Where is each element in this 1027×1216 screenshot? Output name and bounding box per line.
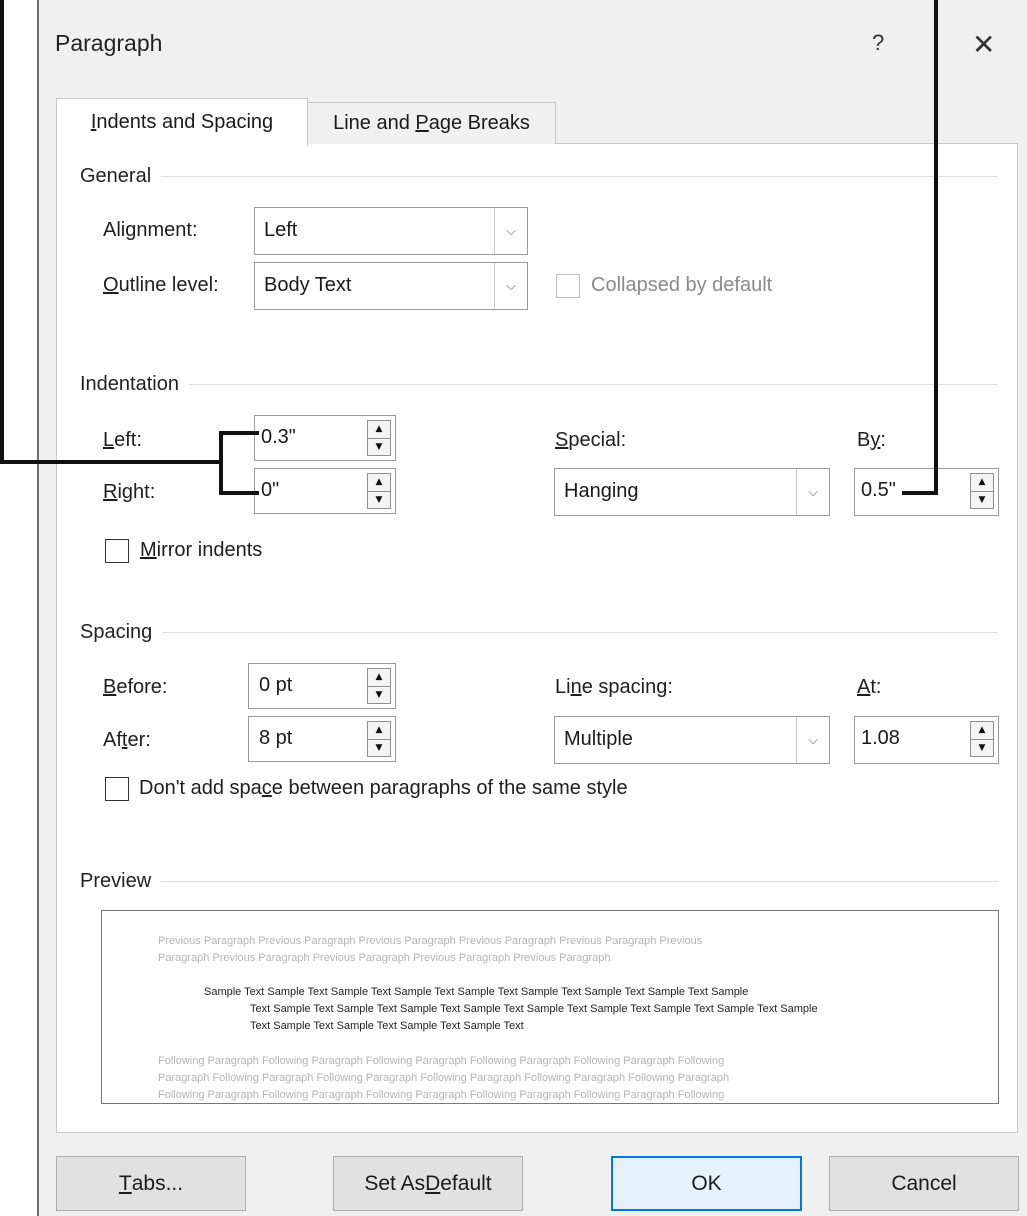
tab-indents-and-spacing[interactable]: Indents and Spacing	[56, 98, 308, 146]
spacing-before-spinner[interactable]: 0 pt ▲ ▼	[248, 663, 396, 709]
outline-level-value: Body Text	[264, 274, 352, 296]
dont-add-space-label: Don't add space between paragraphs of th…	[139, 777, 628, 799]
alignment-dropdown[interactable]: Left ⌵	[254, 207, 528, 255]
collapsed-by-default-checkbox[interactable]	[556, 274, 580, 298]
preview-sample-line: Text Sample Text Sample Text Sample Text…	[250, 1003, 818, 1015]
callout-line	[0, 0, 4, 462]
help-icon[interactable]: ?	[872, 30, 884, 56]
collapsed-by-default-label: Collapsed by default	[591, 274, 773, 296]
section-title-preview: Preview	[80, 870, 162, 893]
callout-line	[219, 431, 223, 495]
at-value[interactable]: 1.08	[861, 727, 900, 750]
cancel-button[interactable]: Cancel	[829, 1156, 1019, 1211]
alignment-value: Left	[264, 219, 298, 241]
spin-down-icon[interactable]: ▼	[970, 739, 994, 757]
chevron-down-icon[interactable]: ⌵	[796, 469, 829, 515]
preview-sample-line: Text Sample Text Sample Text Sample Text…	[250, 1020, 524, 1032]
by-value[interactable]: 0.5"	[861, 479, 896, 502]
preview-sample-line: Sample Text Sample Text Sample Text Samp…	[204, 986, 749, 998]
special-label: Special:	[555, 429, 627, 451]
preview-previous-line: Previous Paragraph Previous Paragraph Pr…	[158, 935, 703, 947]
spacing-before-label: Before:	[103, 676, 168, 698]
at-spinner[interactable]: 1.08 ▲ ▼	[854, 716, 999, 764]
outline-level-dropdown[interactable]: Body Text ⌵	[254, 262, 528, 310]
section-divider	[80, 176, 998, 177]
indent-left-label: Left:	[103, 429, 142, 451]
indent-right-spinner[interactable]: 0" ▲ ▼	[254, 468, 396, 514]
spacing-after-label: After:	[103, 729, 151, 751]
line-spacing-value: Multiple	[564, 728, 633, 750]
by-label: By:	[857, 429, 886, 451]
spacing-before-value[interactable]: 0 pt	[259, 674, 292, 697]
spin-up-icon[interactable]: ▲	[367, 473, 391, 492]
section-divider	[80, 384, 998, 385]
spin-down-icon[interactable]: ▼	[367, 686, 391, 704]
section-title-spacing: Spacing	[80, 621, 163, 644]
indent-right-value[interactable]: 0"	[261, 479, 279, 502]
ok-button[interactable]: OK	[611, 1156, 802, 1211]
tab-line-and-page-breaks[interactable]: Line and Page Breaks	[307, 102, 556, 144]
section-title-general: General	[80, 165, 162, 188]
chevron-down-icon[interactable]: ⌵	[494, 208, 527, 254]
mirror-indents-label: Mirror indents	[140, 539, 263, 561]
set-as-default-button[interactable]: Set As Default	[333, 1156, 523, 1211]
callout-line	[0, 460, 222, 464]
callout-line	[219, 431, 259, 435]
callout-line	[934, 0, 938, 495]
spin-down-icon[interactable]: ▼	[970, 491, 994, 509]
tab-label: Line and Page Breaks	[333, 112, 530, 134]
special-value: Hanging	[564, 480, 639, 502]
tab-label: Indents and Spacing	[90, 111, 274, 133]
callout-line	[902, 491, 938, 495]
section-divider	[80, 632, 998, 633]
outline-level-label: Outline level:	[103, 274, 219, 296]
chevron-down-icon[interactable]: ⌵	[494, 263, 527, 309]
spin-up-icon[interactable]: ▲	[970, 721, 994, 740]
spin-down-icon[interactable]: ▼	[367, 739, 391, 757]
spin-up-icon[interactable]: ▲	[367, 721, 391, 740]
mirror-indents-checkbox[interactable]	[105, 539, 129, 563]
spacing-after-value[interactable]: 8 pt	[259, 727, 292, 750]
callout-line	[219, 491, 259, 495]
preview-following-line: Following Paragraph Following Paragraph …	[158, 1055, 725, 1067]
line-spacing-dropdown[interactable]: Multiple ⌵	[554, 716, 830, 764]
preview-following-line: Paragraph Following Paragraph Following …	[158, 1072, 730, 1084]
chevron-down-icon[interactable]: ⌵	[796, 717, 829, 763]
dont-add-space-checkbox[interactable]	[105, 777, 129, 801]
dialog-title: Paragraph	[55, 30, 163, 56]
at-label: At:	[857, 676, 882, 698]
preview-following-line: Following Paragraph Following Paragraph …	[158, 1089, 725, 1101]
tabs-button[interactable]: Tabs...	[56, 1156, 246, 1211]
indent-right-label: Right:	[103, 481, 156, 503]
preview-previous-line: Paragraph Previous Paragraph Previous Pa…	[158, 952, 611, 964]
spin-down-icon[interactable]: ▼	[367, 438, 391, 456]
spin-down-icon[interactable]: ▼	[367, 491, 391, 509]
spin-up-icon[interactable]: ▲	[367, 420, 391, 439]
preview-box: Previous Paragraph Previous Paragraph Pr…	[101, 910, 999, 1104]
spacing-after-spinner[interactable]: 8 pt ▲ ▼	[248, 716, 396, 762]
alignment-label: Alignment:	[103, 219, 198, 241]
section-divider	[80, 881, 998, 882]
spin-up-icon[interactable]: ▲	[970, 473, 994, 492]
spin-up-icon[interactable]: ▲	[367, 668, 391, 687]
indent-left-value[interactable]: 0.3"	[261, 426, 296, 449]
indent-left-spinner[interactable]: 0.3" ▲ ▼	[254, 415, 396, 461]
line-spacing-label: Line spacing:	[555, 676, 673, 698]
special-dropdown[interactable]: Hanging ⌵	[554, 468, 830, 516]
section-title-indentation: Indentation	[80, 373, 189, 396]
close-icon[interactable]: ✕	[972, 28, 995, 61]
